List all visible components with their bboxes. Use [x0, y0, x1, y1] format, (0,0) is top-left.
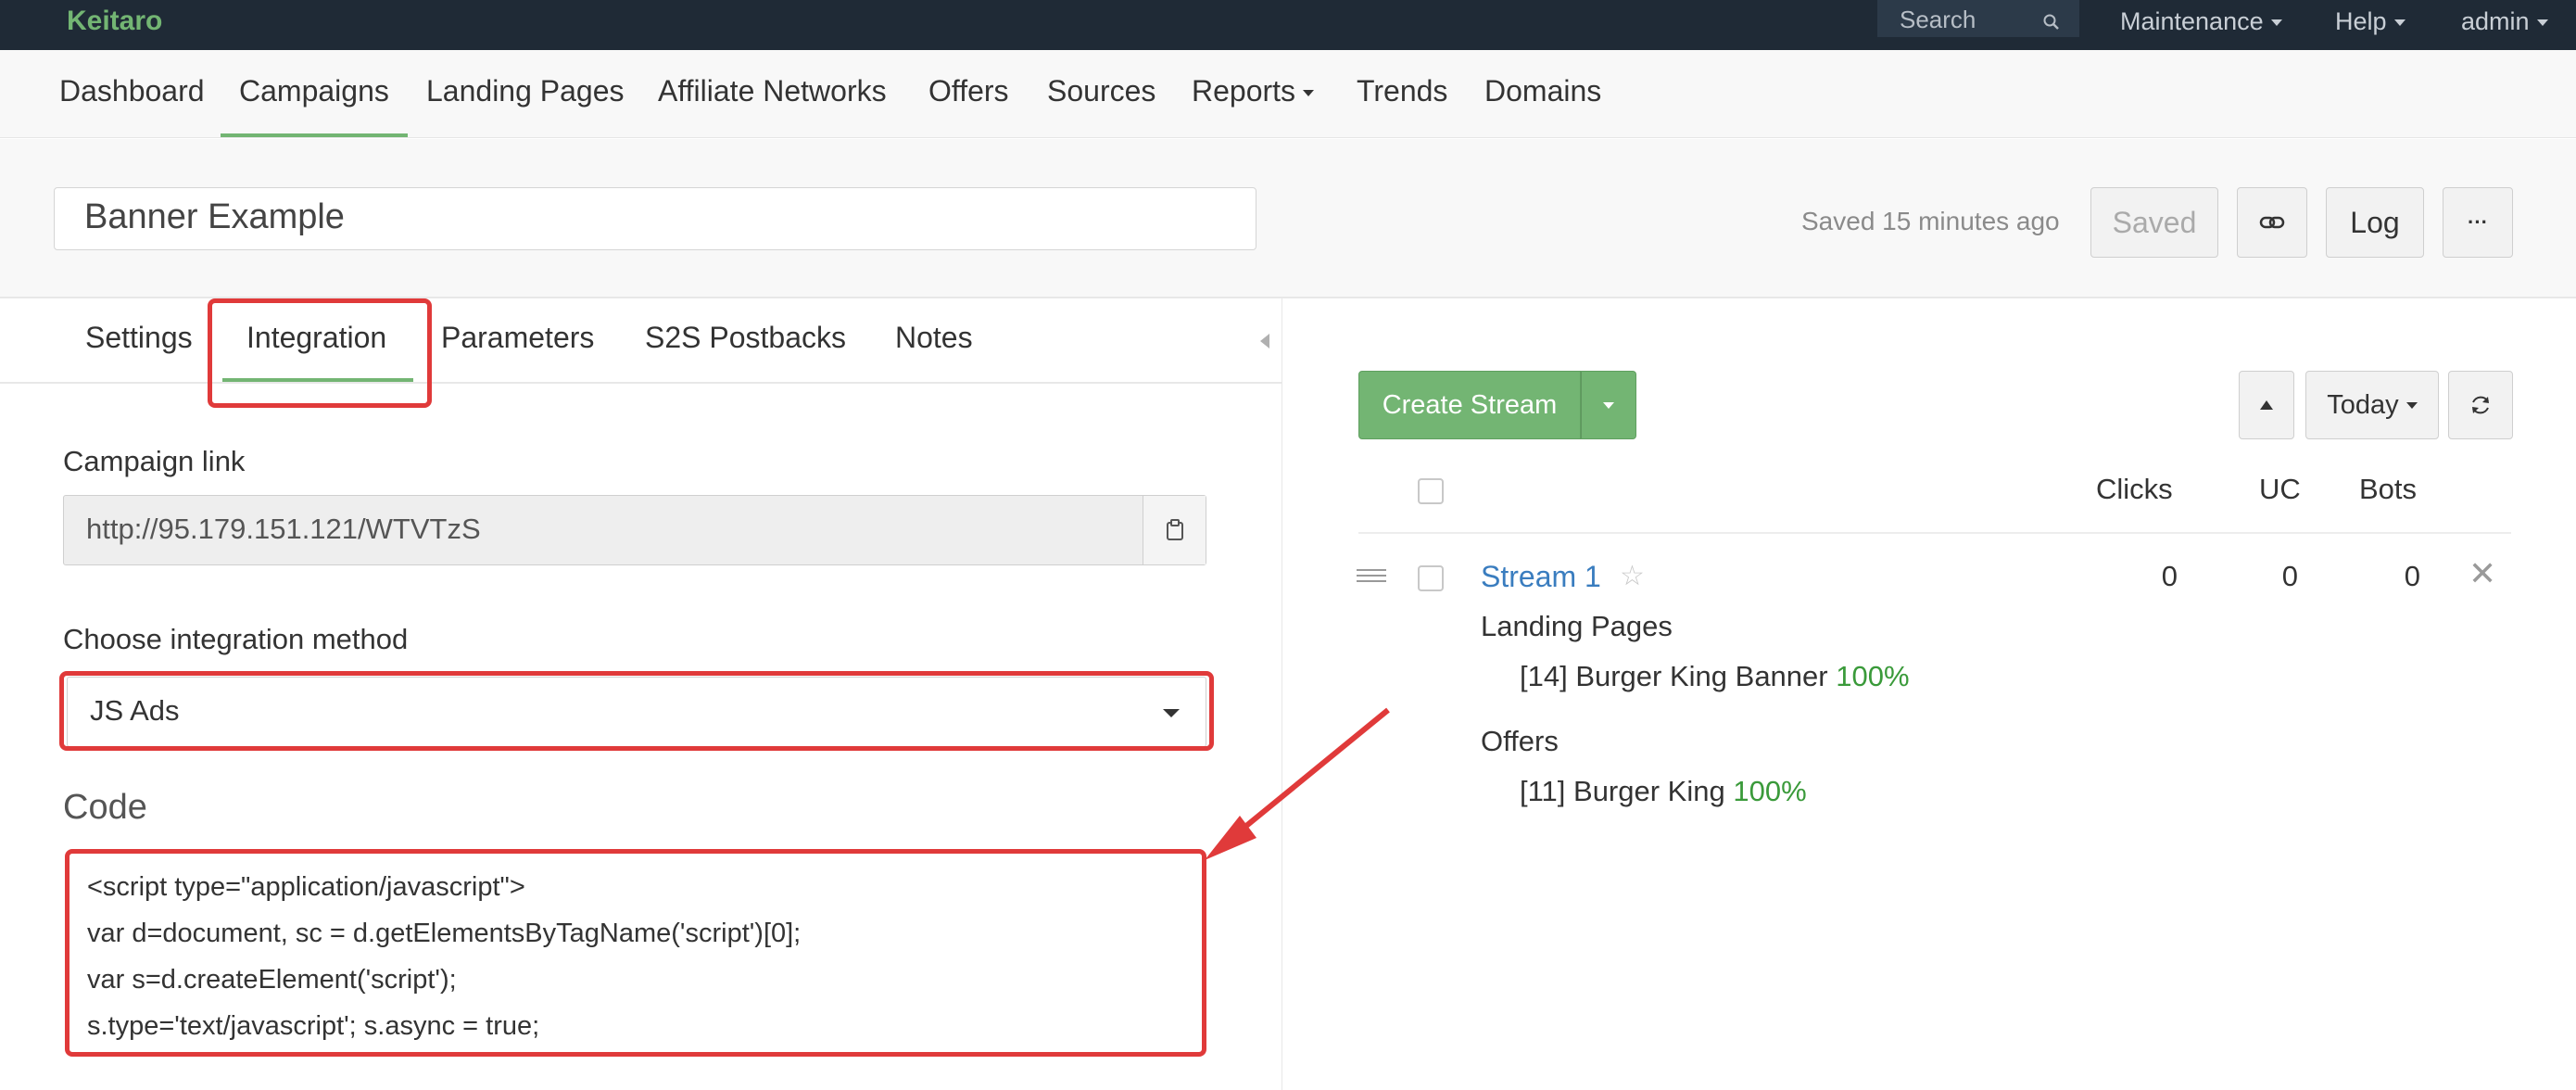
nav-domains[interactable]: Domains — [1484, 74, 1601, 108]
code-heading: Code — [63, 788, 147, 827]
clipboard-icon — [1166, 519, 1183, 540]
maintenance-menu[interactable]: Maintenance — [2120, 7, 2282, 36]
tab-bar: Settings Integration Parameters S2S Post… — [0, 298, 1282, 384]
top-search-input[interactable]: Search — [1877, 0, 2079, 37]
saved-button[interactable]: Saved — [2090, 187, 2218, 258]
search-icon — [2042, 9, 2061, 38]
nav-active-indicator — [221, 133, 408, 137]
chevron-down-icon — [2393, 19, 2406, 27]
nav-sources[interactable]: Sources — [1047, 74, 1155, 108]
top-bar: Keitaro Search Maintenance Help admin — [0, 0, 2576, 50]
nav-dashboard[interactable]: Dashboard — [59, 74, 205, 108]
help-menu[interactable]: Help — [2335, 7, 2406, 36]
campaign-link-value: http://95.179.151.121/WTVTzS — [86, 513, 481, 545]
tab-parameters[interactable]: Parameters — [441, 321, 594, 355]
tab-s2s-postbacks[interactable]: S2S Postbacks — [645, 321, 846, 355]
period-label: Today — [2327, 389, 2399, 420]
integration-method-highlight — [59, 671, 1214, 751]
create-stream-dropdown-button[interactable] — [1581, 371, 1636, 439]
tab-settings[interactable]: Settings — [85, 321, 193, 355]
stream-clicks: 0 — [2161, 560, 2178, 592]
nav-affiliate-networks[interactable]: Affiliate Networks — [658, 74, 887, 108]
chevron-down-icon — [2536, 19, 2548, 27]
header-divider — [1358, 532, 2511, 534]
delete-stream-icon[interactable]: ✕ — [2469, 554, 2496, 593]
nav-reports[interactable]: Reports — [1192, 74, 1315, 108]
nav-offers[interactable]: Offers — [928, 74, 1009, 108]
move-up-button[interactable] — [2239, 371, 2294, 439]
refresh-button[interactable] — [2448, 371, 2513, 439]
create-stream-button[interactable]: Create Stream — [1358, 371, 1581, 439]
stream-checkbox[interactable] — [1418, 565, 1444, 591]
maintenance-label: Maintenance — [2120, 7, 2264, 35]
landing-page-name: [14] Burger King Banner — [1520, 660, 1828, 692]
chevron-down-icon — [2270, 19, 2282, 27]
chevron-down-icon — [1303, 90, 1315, 97]
tab-notes[interactable]: Notes — [895, 321, 973, 355]
select-all-checkbox[interactable] — [1418, 478, 1444, 504]
nav-landing-pages[interactable]: Landing Pages — [426, 74, 625, 108]
landing-pages-label: Landing Pages — [1481, 610, 1673, 642]
integration-tab-highlight — [208, 298, 432, 408]
chevron-down-icon — [1603, 401, 1614, 409]
drag-handle-icon[interactable] — [1357, 569, 1386, 582]
campaign-link-field[interactable]: http://95.179.151.121/WTVTzS — [63, 495, 1206, 565]
column-header-clicks[interactable]: Clicks — [2096, 473, 2173, 506]
link-icon — [2259, 216, 2285, 229]
code-highlight — [65, 849, 1206, 1057]
collapse-panel-icon[interactable] — [1260, 334, 1269, 349]
admin-menu[interactable]: admin — [2461, 7, 2548, 36]
campaign-name-input[interactable]: Banner Example — [54, 187, 1256, 250]
main-nav: Dashboard Campaigns Landing Pages Affili… — [0, 50, 2576, 138]
help-label: Help — [2335, 7, 2387, 35]
nav-reports-label: Reports — [1192, 74, 1296, 108]
nav-trends[interactable]: Trends — [1357, 74, 1447, 108]
log-button[interactable]: Log — [2326, 187, 2424, 258]
brand-logo[interactable]: Keitaro — [67, 6, 162, 37]
campaign-header: Banner Example Saved 15 minutes ago Save… — [0, 139, 2576, 298]
offers-label: Offers — [1481, 725, 1559, 757]
link-button[interactable] — [2237, 187, 2307, 258]
campaign-link-label: Campaign link — [63, 445, 246, 477]
stream-name-link[interactable]: Stream 1 — [1481, 560, 1601, 594]
landing-page-entry: [14] Burger King Banner 100% — [1520, 660, 1910, 693]
more-button[interactable]: ··· — [2443, 187, 2513, 258]
search-placeholder: Search — [1900, 6, 1976, 33]
offer-entry: [11] Burger King 100% — [1520, 775, 1807, 808]
triangle-up-icon — [2260, 400, 2273, 410]
period-select[interactable]: Today — [2305, 371, 2439, 439]
offer-name: [11] Burger King — [1520, 775, 1725, 807]
copy-link-button[interactable] — [1143, 496, 1206, 564]
column-header-bots[interactable]: Bots — [2359, 473, 2417, 506]
integration-method-label: Choose integration method — [63, 623, 409, 655]
offer-share: 100% — [1733, 775, 1807, 807]
saved-status: Saved 15 minutes ago — [1801, 207, 2060, 235]
refresh-icon — [2472, 396, 2489, 414]
column-header-uc[interactable]: UC — [2259, 473, 2301, 506]
chevron-down-icon — [2406, 401, 2418, 409]
nav-campaigns[interactable]: Campaigns — [239, 74, 389, 108]
stream-bots: 0 — [2404, 560, 2420, 592]
landing-page-share: 100% — [1836, 660, 1910, 692]
star-icon[interactable]: ☆ — [1620, 560, 1645, 592]
stream-uc: 0 — [2281, 560, 2298, 592]
admin-label: admin — [2461, 7, 2530, 35]
